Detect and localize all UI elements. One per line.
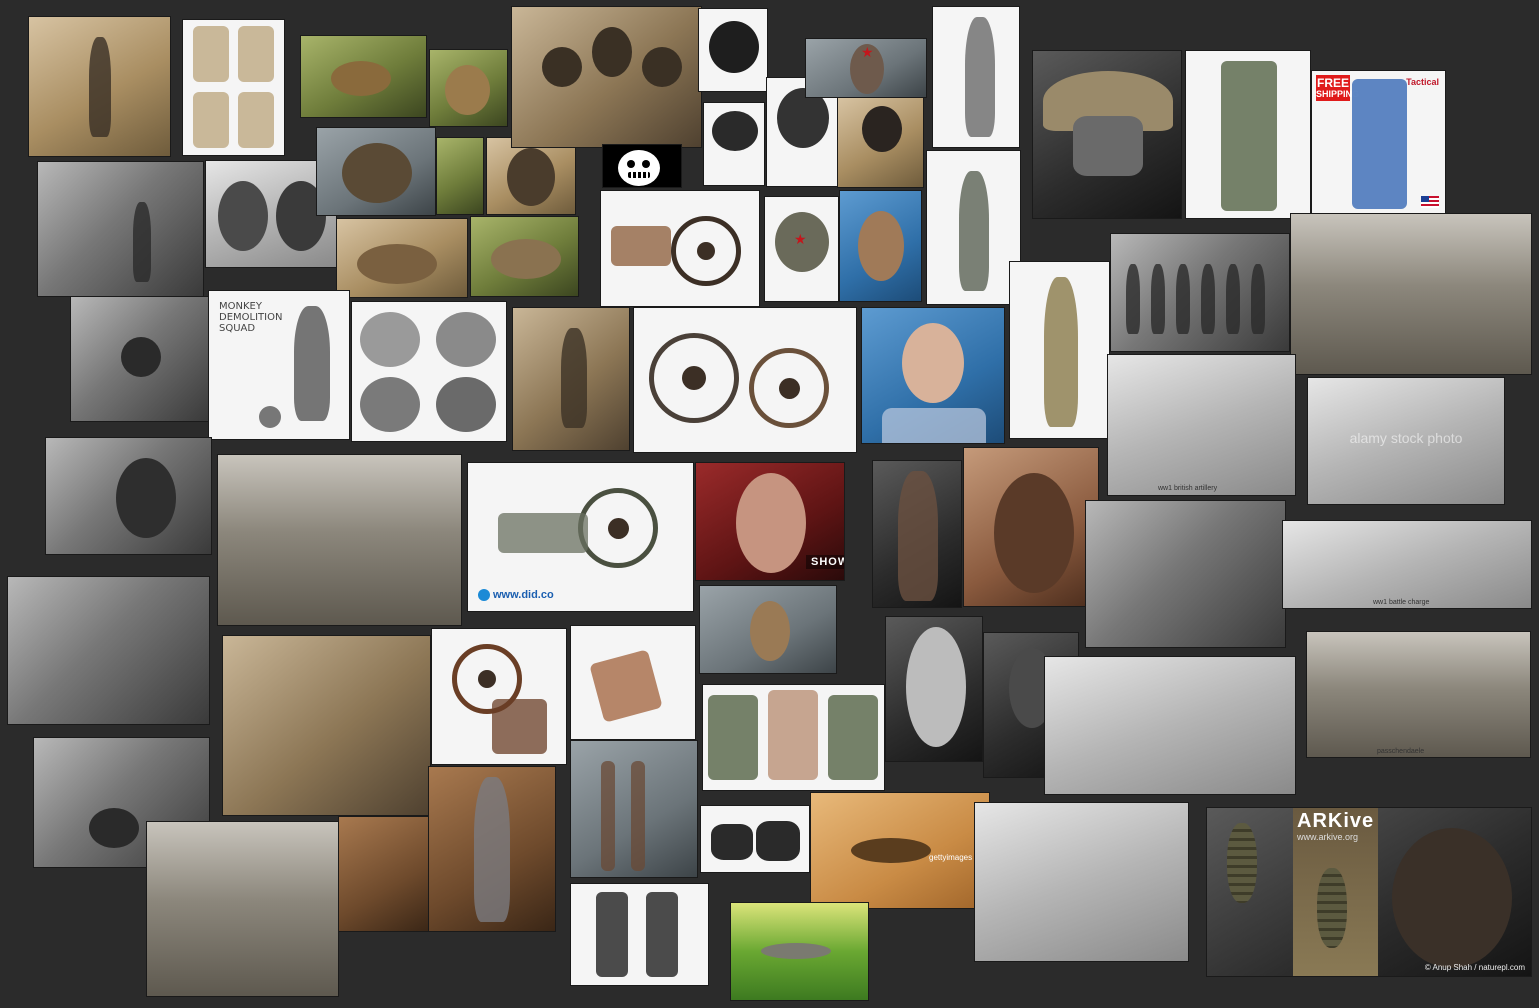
arkive-credit: © Anup Shah / naturepl.com (1424, 963, 1525, 972)
photo-monkey-leaping-grass[interactable] (730, 902, 869, 1001)
caption-battle-charge: ww1 battle charge (1373, 599, 1430, 606)
photo-dog-masks-grid[interactable] (351, 301, 507, 442)
photo-smiley-sticker[interactable] (602, 144, 682, 188)
sketch-monkey-demolition[interactable]: MONKEY DEMOLITION SQUAD (208, 290, 350, 440)
grenade-icon (1317, 868, 1347, 948)
photo-battlefield-crater[interactable] (146, 821, 339, 997)
photo-warrior-costume[interactable] (428, 766, 556, 932)
red-star-icon: ★ (861, 44, 874, 60)
photo-baboon-small[interactable] (436, 137, 484, 215)
photo-soldiers-mud-stretcher[interactable]: passchendaele (1306, 631, 1531, 758)
photo-collie-dog[interactable] (45, 437, 212, 555)
photo-cable-reels-metal[interactable] (633, 307, 857, 453)
did-logo: www.did.co (478, 589, 554, 601)
photo-cable-reel-leather[interactable] (600, 190, 760, 307)
caption-artillery: ww1 british artillery (1158, 485, 1218, 492)
photo-wooden-frame-pack[interactable] (570, 625, 696, 740)
photo-parachute-harness-green[interactable] (1185, 50, 1311, 219)
photo-boots-leather[interactable] (338, 816, 431, 932)
photo-monkey-sitting-street[interactable] (699, 585, 837, 674)
sketch-title: MONKEY DEMOLITION SQUAD (219, 301, 283, 334)
photo-bane-standing[interactable] (872, 460, 962, 608)
photo-tactical-vests[interactable] (182, 19, 285, 156)
photo-woman-red-star-cap[interactable]: ★ (805, 38, 927, 98)
photo-trench-soldiers-wood[interactable] (222, 635, 431, 816)
brand-name: Tactical (1406, 77, 1439, 87)
photo-muddy-field[interactable] (1290, 213, 1532, 375)
photo-soldiers-advancing-field[interactable] (1044, 656, 1296, 795)
photo-baboon-sitting[interactable] (429, 49, 508, 127)
photo-bane-back[interactable] (963, 447, 1099, 607)
photo-soldier-gas-suit[interactable] (512, 307, 630, 451)
photo-man-uniform-portrait[interactable] (861, 307, 1005, 444)
caption-passchendaele: passchendaele (1377, 748, 1425, 755)
photo-man-with-dog[interactable] (28, 16, 171, 157)
photo-field-telephone-reel[interactable]: www.did.co (467, 462, 694, 612)
photo-bane-sculpture[interactable] (885, 616, 983, 762)
photo-baboon-walking[interactable] (300, 35, 427, 118)
photo-wood-reel-frame[interactable] (431, 628, 567, 765)
drawing-soldier-cannon[interactable] (926, 150, 1021, 305)
showtime-logo: SHOWTIME (806, 555, 844, 569)
arkive-url: www.arkive.org (1297, 832, 1359, 842)
photo-aviator-cap[interactable] (703, 102, 765, 186)
arkive-logo: ARKive (1297, 810, 1375, 832)
skull-smiley-icon (618, 150, 660, 186)
photo-parachute-harness-blue[interactable]: FREE SHIPPING Tactical (1311, 70, 1446, 215)
photo-british-uniform-back[interactable] (1009, 261, 1110, 439)
photo-soldier-gas-mask-dog[interactable] (70, 296, 209, 422)
photo-baboon-baby[interactable] (336, 218, 468, 298)
photo-artillery-horses[interactable]: ww1 british artillery (1107, 354, 1296, 496)
alamy-watermark: alamy stock photo (1349, 430, 1463, 446)
photo-battlefield-trees[interactable] (217, 454, 462, 626)
photo-baboon-roar[interactable] (316, 127, 436, 216)
photo-man-tanker-helmet[interactable] (837, 97, 924, 188)
photo-man-pickaxe[interactable] (37, 161, 204, 297)
photo-mail-mask-helmet[interactable] (1032, 50, 1182, 219)
photo-motorcycle-boots[interactable] (570, 883, 709, 986)
photo-baboon-carrying[interactable] (470, 216, 579, 297)
usa-flag-icon (1421, 196, 1439, 208)
getty-watermark: gettyimages (929, 853, 973, 862)
red-star-icon: ★ (794, 231, 807, 247)
reference-board: MONKEY DEMOLITION SQUAD ★ ★ www.did.co S… (0, 0, 1539, 1008)
photo-gas-mask-troop-line[interactable] (1110, 233, 1290, 352)
photo-soldiers-charging-line[interactable]: ww1 battle charge (1282, 520, 1532, 609)
photo-soldiers-charging-hill[interactable] (1085, 500, 1286, 648)
sketch-armored-soldier[interactable] (932, 6, 1020, 148)
photo-troops-alamy[interactable]: alamy stock photo (1307, 377, 1505, 505)
photo-work-boots[interactable] (700, 805, 810, 873)
photo-monkey-running-getty[interactable]: gettyimages (810, 792, 990, 909)
free-shipping-badge: FREE SHIPPING (1316, 75, 1360, 101)
photo-fighter-showtime[interactable]: SHOWTIME (695, 462, 845, 581)
photo-budenovka-hat[interactable]: ★ (764, 196, 839, 302)
photo-armor-vests[interactable] (702, 684, 885, 791)
did-logo-icon (478, 589, 490, 601)
photo-flooded-forest[interactable] (7, 576, 210, 725)
photo-arkive-grenades-baboon[interactable]: ARKive www.arkive.org © Anup Shah / natu… (1206, 807, 1532, 977)
photo-tanker-helmet-black[interactable] (698, 8, 768, 92)
photo-gas-mask-donkey[interactable] (511, 6, 702, 148)
photo-bust-budenovka[interactable] (839, 190, 922, 302)
photo-baboon-face[interactable] (486, 137, 576, 215)
grenade-icon (1227, 823, 1257, 903)
photo-battle-smoke[interactable] (974, 802, 1189, 962)
photo-leather-straps[interactable] (570, 740, 698, 878)
